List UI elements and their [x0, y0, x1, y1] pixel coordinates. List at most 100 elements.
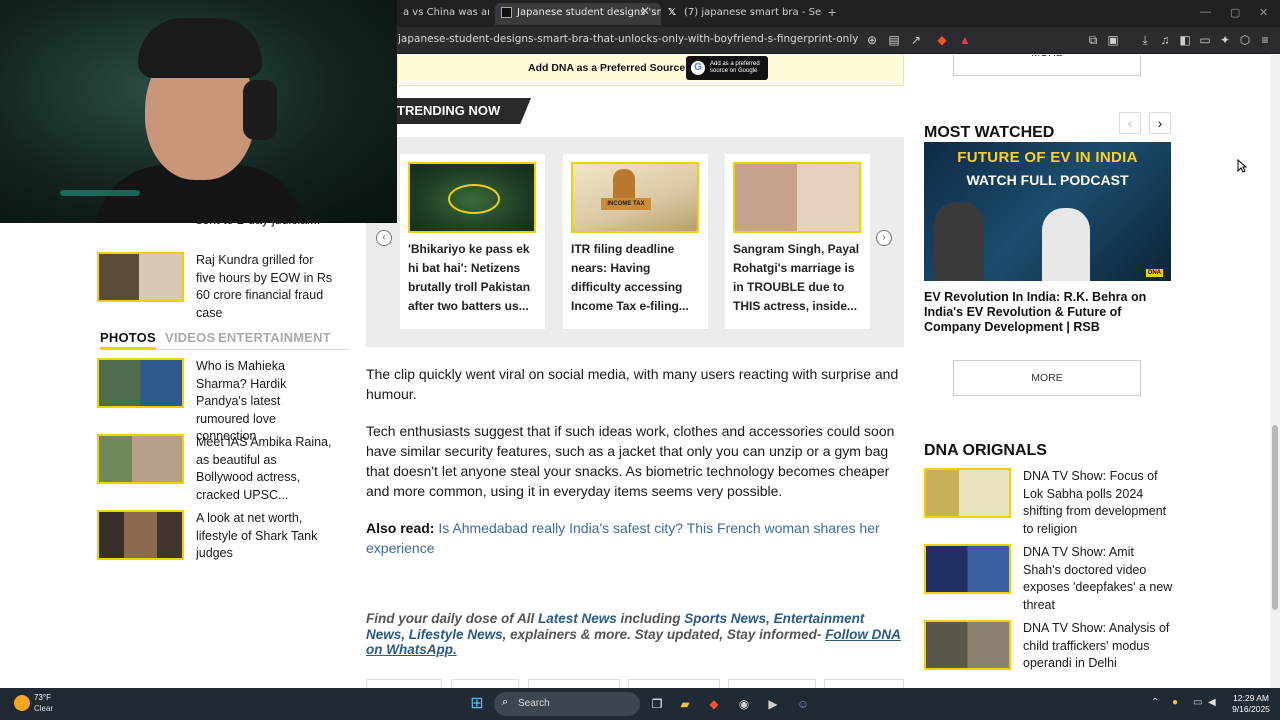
tab-entertainment[interactable]: ENTERTAINMENT	[218, 330, 331, 345]
new-tab-button[interactable]: +	[828, 4, 836, 20]
news-caption[interactable]: Raj Kundra grilled for five hours by EOW…	[196, 252, 336, 322]
trending-title[interactable]: 'Bhikariyo ke pass ek hi bat hai': Netiz…	[408, 240, 538, 316]
list-item[interactable]: Raj Kundra grilled for five hours by EOW…	[97, 252, 337, 320]
tag-chip[interactable]	[628, 679, 720, 688]
discord-icon[interactable]: ☺	[794, 695, 812, 713]
brave-browser-icon[interactable]: ◆	[705, 695, 723, 713]
original-caption[interactable]: DNA TV Show: Analysis of child trafficke…	[1023, 620, 1175, 673]
tab-photos[interactable]: PHOTOS	[100, 330, 156, 350]
carousel-next-button[interactable]: ›	[876, 230, 892, 246]
google-preferred-source-button[interactable]: G Add as a preferred source on Google	[686, 56, 768, 80]
windows-taskbar: 73°F Clear ⊞ ⌕ Search ❐ ▰ ◆ ◉ ▶ ☺ ⌃ ● ▭ …	[0, 688, 1280, 720]
file-explorer-icon[interactable]: ▰	[676, 695, 694, 713]
article-paragraph: Tech enthusiasts suggest that if such id…	[366, 423, 895, 499]
badge-line: source on Google	[710, 68, 758, 74]
photo-caption[interactable]: A look at net worth, lifestyle of Shark …	[196, 510, 336, 563]
video-title[interactable]: EV Revolution In India: R.K. Behra on In…	[924, 290, 1174, 335]
headset-icon	[243, 80, 277, 140]
mic-icon[interactable]: ●	[1172, 697, 1178, 708]
trending-card[interactable]: Sangram Singh, Payal Rohatgi's marriage …	[725, 154, 870, 329]
media-icon[interactable]: ♫	[1157, 32, 1173, 48]
more-button[interactable]: MORE	[953, 55, 1141, 76]
carousel-prev-button[interactable]: ‹	[376, 230, 392, 246]
scrollbar-thumb[interactable]	[1272, 425, 1278, 610]
photo-caption[interactable]: Meet IAS Ambika Raina, as beautiful as B…	[196, 434, 336, 504]
minimize-icon[interactable]: —	[1200, 6, 1211, 18]
weather-condition: Clear	[34, 704, 54, 713]
lifestyle-news-link[interactable]: Lifestyle News	[409, 627, 503, 642]
taskbar-search[interactable]: ⌕ Search	[494, 692, 640, 716]
tag-chip[interactable]	[366, 679, 442, 688]
background-light	[60, 190, 140, 196]
browser-tab[interactable]: a vs China was an Anime	[397, 3, 489, 25]
tag-chip[interactable]	[824, 679, 904, 688]
tag-chip[interactable]	[528, 679, 620, 688]
video-subtitle-overlay: WATCH FULL PODCAST	[966, 172, 1129, 188]
note-text: Find your daily dose of All	[366, 611, 539, 626]
weather-widget[interactable]: 73°F Clear	[12, 692, 72, 718]
tag-chip[interactable]	[451, 679, 519, 688]
note-text: ,	[766, 611, 774, 626]
page-scrollbar[interactable]	[1270, 55, 1280, 688]
article-paragraph: The clip quickly went viral on social me…	[366, 366, 899, 402]
photo-caption[interactable]: Who is Mahieka Sharma? Hardik Pandya's l…	[196, 358, 336, 446]
sports-news-link[interactable]: Sports News	[684, 611, 766, 626]
clock-date: 9/16/2025	[1232, 704, 1270, 714]
banner-text: Add DNA as a Preferred Source	[528, 62, 686, 74]
list-item[interactable]: Who is Mahieka Sharma? Hardik Pandya's l…	[97, 358, 337, 443]
media-player-icon[interactable]: ▶	[764, 695, 782, 713]
maximize-icon[interactable]: ▢	[1230, 6, 1240, 19]
trending-title[interactable]: Sangram Singh, Payal Rohatgi's marriage …	[733, 240, 863, 316]
next-video-button[interactable]: ›	[1149, 112, 1171, 134]
volume-icon[interactable]: ◀	[1208, 697, 1216, 708]
start-icon[interactable]: ⊞	[468, 695, 486, 713]
reader-icon[interactable]: ▤	[886, 32, 902, 48]
tag-chip[interactable]	[728, 679, 816, 688]
also-read-link[interactable]: Is Ahmedabad really India's safest city?…	[366, 520, 880, 556]
list-item[interactable]: DNA TV Show: Focus of Lok Sabha polls 20…	[924, 468, 1174, 536]
network-icon[interactable]: ▭	[1193, 697, 1202, 708]
download-icon[interactable]: ⤓	[1137, 32, 1153, 48]
menu-icon[interactable]: ≡	[1257, 32, 1273, 48]
share-icon[interactable]: ↗	[908, 32, 924, 48]
task-view-icon[interactable]: ❐	[648, 695, 666, 713]
video-thumbnail[interactable]: FUTURE OF EV IN INDIA WATCH FULL PODCAST…	[924, 142, 1171, 281]
brave-shield-icon[interactable]: ◆	[934, 32, 950, 48]
list-item[interactable]: A look at net worth, lifestyle of Shark …	[97, 510, 337, 562]
zoom-icon[interactable]: ⊕	[864, 32, 880, 48]
list-item[interactable]: DNA TV Show: Analysis of child trafficke…	[924, 620, 1174, 672]
also-read-label: Also read:	[366, 520, 435, 536]
wallet-card-icon[interactable]: ▭	[1197, 32, 1213, 48]
list-item[interactable]: Meet IAS Ambika Raina, as beautiful as B…	[97, 434, 337, 502]
vpn-icon[interactable]: ⬡	[1237, 32, 1253, 48]
note-text: , explainers & more. Stay updated, Stay …	[502, 626, 826, 642]
tab-close-icon[interactable]: ✕	[640, 4, 650, 18]
brave-rewards-icon[interactable]: ▲	[957, 32, 973, 48]
trending-card[interactable]: 'Bhikariyo ke pass ek hi bat hai': Netiz…	[400, 154, 545, 329]
address-bar[interactable]: japanese-student-designs-smart-bra-that-…	[398, 33, 858, 45]
sidebar-icon[interactable]: ◧	[1177, 32, 1193, 48]
photo-thumbnail	[97, 510, 184, 560]
original-caption[interactable]: DNA TV Show: Focus of Lok Sabha polls 20…	[1023, 468, 1175, 538]
latest-news-link[interactable]: Latest News	[538, 611, 617, 626]
leo-icon[interactable]: ✦	[1217, 32, 1233, 48]
tray-overflow-icon[interactable]: ⌃	[1151, 697, 1159, 708]
list-item[interactable]: DNA TV Show: Amit Shah's doctored video …	[924, 544, 1174, 612]
trending-card[interactable]: INCOME TAX ITR filing deadline nears: Ha…	[563, 154, 708, 329]
dna-favicon-icon	[501, 6, 512, 18]
browser-tab-active[interactable]: Japanese student designs 'smart	[495, 3, 661, 25]
trending-title[interactable]: ITR filing deadline nears: Having diffic…	[571, 240, 701, 316]
extensions-icon[interactable]: ⧉	[1085, 32, 1101, 48]
trending-image: INCOME TAX	[571, 162, 699, 233]
original-thumbnail	[924, 544, 1011, 594]
original-thumbnail	[924, 468, 1011, 518]
more-button[interactable]: MORE	[953, 360, 1141, 396]
system-clock[interactable]: 12:29 AM 9/16/2025	[1226, 693, 1276, 715]
wallet-icon[interactable]: ▣	[1105, 32, 1121, 48]
prev-video-button[interactable]: ‹	[1119, 112, 1141, 134]
browser-tab[interactable]: 𝕏 (7) japanese smart bra - Search / X	[662, 3, 822, 25]
original-caption[interactable]: DNA TV Show: Amit Shah's doctored video …	[1023, 544, 1175, 614]
tab-videos[interactable]: VIDEOS	[165, 330, 215, 345]
close-window-icon[interactable]: ✕	[1259, 6, 1268, 19]
obs-icon[interactable]: ◉	[735, 695, 753, 713]
